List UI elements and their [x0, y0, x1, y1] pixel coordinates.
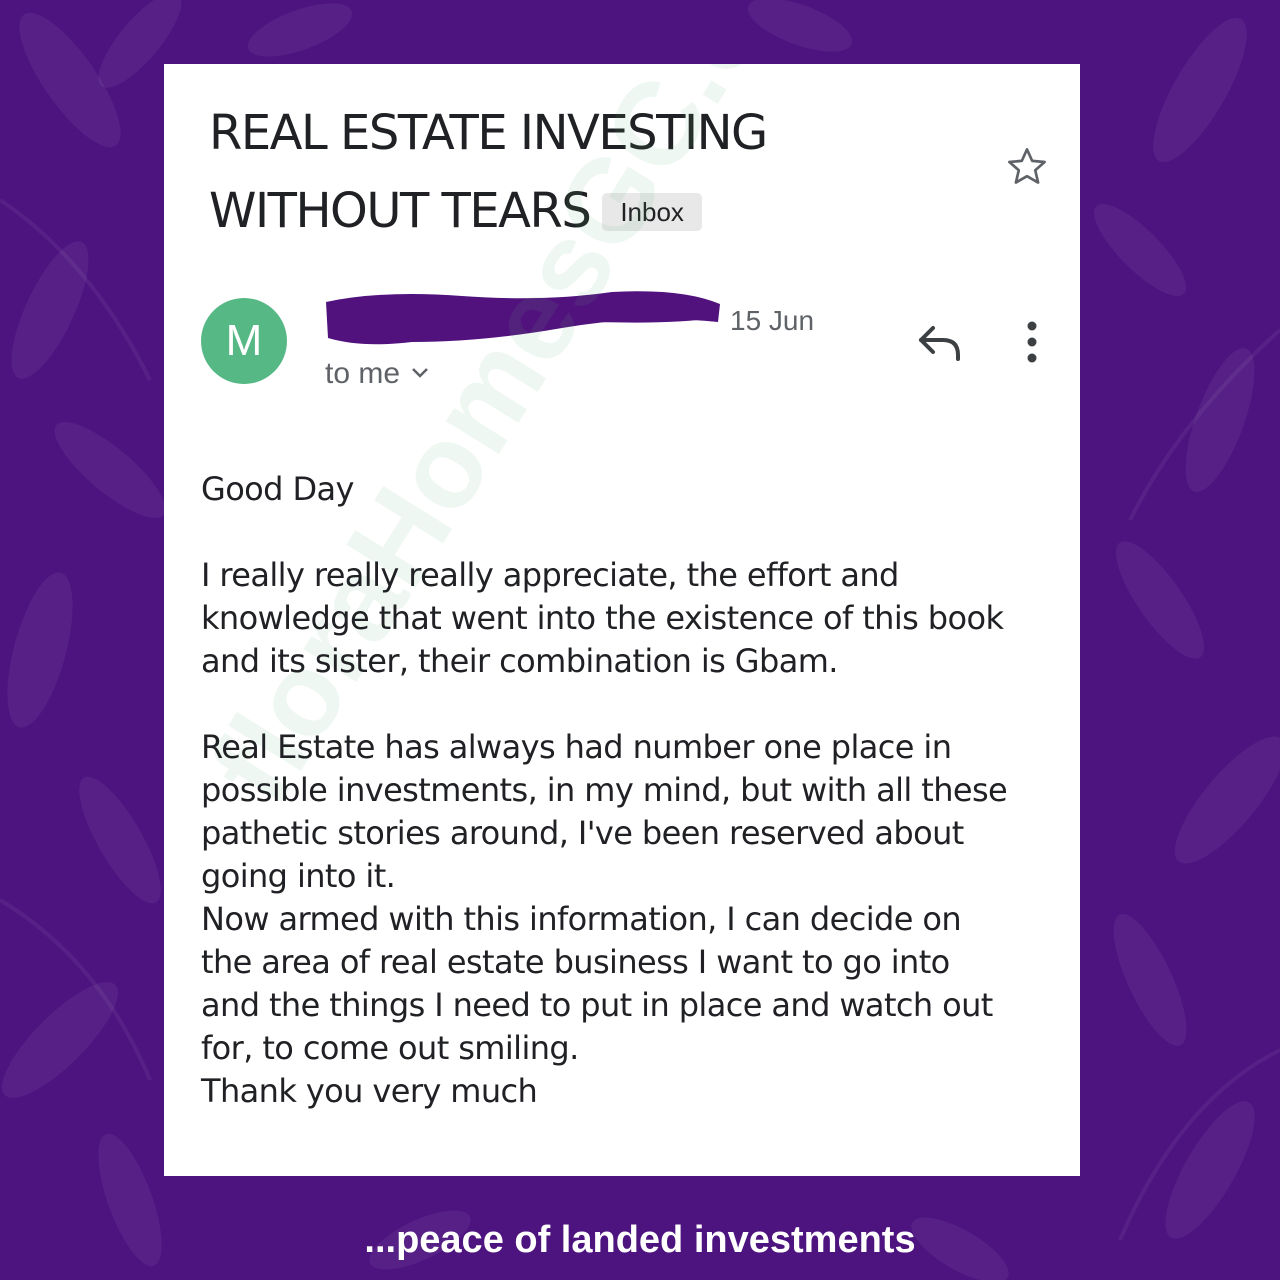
body-line: the area of real estate business I want … [201, 943, 950, 981]
chevron-down-icon [412, 368, 428, 378]
recipient-details-toggle[interactable]: to me [325, 354, 430, 394]
more-vertical-icon[interactable] [1020, 318, 1044, 366]
body-line: pathetic stories around, I've been reser… [201, 814, 964, 852]
reply-icon[interactable] [916, 322, 962, 362]
body-line: for, to come out smiling. [201, 1029, 579, 1067]
body-line: knowledge that went into the existence o… [201, 599, 1004, 637]
email-card: REAL ESTATE INVESTING WITHOUT TEARS Inbox… [164, 64, 1080, 1176]
email-subject: REAL ESTATE INVESTING WITHOUT TEARS Inbox [209, 94, 909, 250]
body-line: Now armed with this information, I can d… [201, 900, 962, 938]
subject-line-1: REAL ESTATE INVESTING [209, 105, 768, 161]
body-line: and the things I need to put in place an… [201, 986, 993, 1024]
inbox-label-badge[interactable]: Inbox [602, 193, 702, 231]
email-body: Good Day I really really really apprecia… [201, 468, 1061, 1113]
sender-avatar[interactable]: M [201, 298, 287, 384]
recipient-label: to me [325, 357, 401, 390]
tagline: ...peace of landed investments [364, 1219, 916, 1261]
body-line: Real Estate has always had number one pl… [201, 728, 952, 766]
body-line: I really really really appreciate, the e… [201, 556, 899, 594]
body-line: and its sister, their combination is Gba… [201, 642, 838, 680]
subject-line-2: WITHOUT TEARS Inbox [209, 172, 909, 250]
body-line [201, 511, 1061, 554]
redaction-mark [326, 291, 720, 345]
body-line: going into it. [201, 857, 396, 895]
body-line [201, 683, 1061, 726]
star-icon[interactable] [1004, 144, 1050, 190]
email-date: 15 Jun [730, 305, 815, 336]
body-line: possible investments, in my mind, but wi… [201, 771, 1008, 809]
body-line: Thank you very much [201, 1072, 538, 1110]
body-line: Good Day [201, 470, 354, 508]
